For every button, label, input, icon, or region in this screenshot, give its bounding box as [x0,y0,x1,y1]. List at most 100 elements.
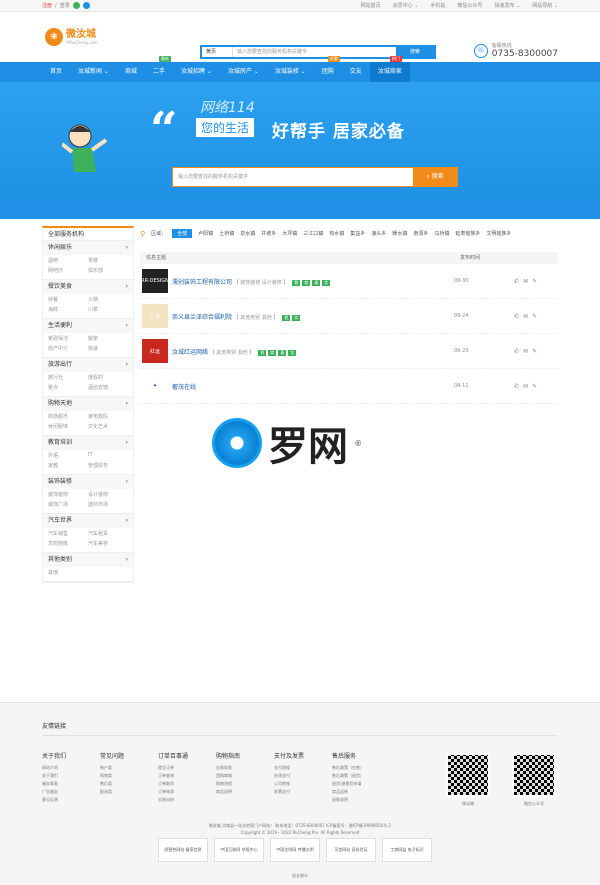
sidebar-link[interactable]: IT [88,452,128,459]
banner-search-button[interactable]: ⌕ 搜索 [413,168,457,186]
footer-link[interactable]: 退款说明 [332,796,372,804]
banner-search-input[interactable]: 输入您要查找的服务机构关键字 [173,168,413,186]
area-tag[interactable]: 全部 [172,229,193,238]
footer-link[interactable]: 提交订单 [158,764,198,772]
sidebar-category-title[interactable]: 装饰装修 [48,475,72,489]
nav-item-groupbuy[interactable]: 团购 优惠 [314,56,342,82]
sidebar-link[interactable]: 文化艺术 [88,423,128,430]
footer-link[interactable]: 广告服务 [42,788,82,796]
listing-row[interactable]: RR·DESIGN 濡创装饰工程有限公司 【 装饰装修 设计装修 】税商真实 09-… [140,264,558,299]
register-link[interactable]: 登录 [60,2,70,9]
footer-link[interactable]: 公司转账 [274,780,314,788]
trust-badge[interactable]: 工商网监 电子标识 [382,838,432,862]
qq-icon[interactable] [82,2,90,9]
message-icon[interactable]: ✉ [523,278,528,285]
sidebar-link[interactable]: 家教 [48,462,88,469]
sidebar-link[interactable]: 度假村 [88,374,128,381]
sidebar-link[interactable]: 家政保洁 [48,335,88,342]
sidebar-link[interactable]: 汽车美容 [88,540,128,547]
sidebar-link[interactable]: 酒店宾馆 [88,384,128,391]
listing-row[interactable]: 兰泽 崇义县兰泽综合福利院 【 其他类别 其他 】税实 09-24 ✆ ✉ ✎ [140,299,558,334]
area-tag[interactable]: 濠头乡 [371,230,386,237]
sidebar-title[interactable]: 全部服务机构 [43,228,133,241]
trust-badge[interactable]: 经营性网站 备案信息 [158,838,208,862]
sidebar-link[interactable]: 建材市场 [88,501,128,508]
area-tag[interactable]: 集益乡 [350,230,365,237]
footer-link[interactable]: 订单查询 [158,772,198,780]
sidebar-link[interactable]: 俱乐部 [88,267,128,274]
sidebar-link[interactable]: 海鲜 [48,306,88,313]
footer-link[interactable]: 支付流程 [274,764,314,772]
footer-link[interactable]: 在线支付 [274,772,314,780]
nav-item-secondhand[interactable]: 二手 最新 [145,56,173,82]
footer-link[interactable]: 配送类 [100,788,140,796]
area-tag[interactable]: 热水镇 [329,230,344,237]
footer-link[interactable]: 账户类 [100,764,140,772]
listing-name[interactable]: 汝城红运网络 [172,349,208,356]
sidebar-link[interactable]: 火锅 [88,296,128,303]
sidebar-link[interactable]: 旅行社 [48,374,88,381]
footer-link[interactable]: 商品说明 [216,788,256,796]
sidebar-link[interactable]: 家电数码 [88,413,128,420]
top-link-member[interactable]: 会员中心 ⌄ [393,2,419,9]
sidebar-category-title[interactable]: 其他类别 [48,553,72,567]
trust-badge[interactable]: 可信网站 身份验证 [326,838,376,862]
nav-item-decor[interactable]: 汝城装修 ⌄ [267,62,314,82]
footer-link[interactable]: 交易条款 [216,764,256,772]
chat-icon[interactable]: ✎ [532,278,537,285]
sidebar-link[interactable]: 川菜 [88,306,128,313]
top-link-publish[interactable]: 快速发布 ⌄ [494,2,520,9]
login-link[interactable]: 注册 [42,2,52,9]
area-tag[interactable]: 土桥镇 [219,230,234,237]
listing-thumbnail[interactable]: 兰泽 [142,304,168,328]
area-tag[interactable]: 井坡乡 [261,230,276,237]
area-tag[interactable]: 三江口镇 [303,230,323,237]
footer-link[interactable]: 售后政策（退货） [332,772,372,780]
sidebar-link[interactable]: 酒吧 [48,257,88,264]
footer-link[interactable]: 发票支付 [274,788,314,796]
sidebar-category-title[interactable]: 教育培训 [48,436,72,450]
footer-link[interactable]: 意见反馈 [42,796,82,804]
sidebar-link[interactable]: 管理财务 [88,462,128,469]
stats-link[interactable]: 站长统计 [0,873,600,879]
trust-badge[interactable]: 中国互联网 举报中心 [214,838,264,862]
top-link-home[interactable]: 网站首页 [361,2,381,9]
footer-link[interactable]: 售后政策（在售） [332,764,372,772]
area-tag[interactable]: 暖水镇 [392,230,407,237]
top-link-mobile[interactable]: 手机站 [430,2,445,9]
footer-link[interactable]: 购物类 [100,772,140,780]
sidebar-category-title[interactable]: 餐饮美食 [48,280,72,294]
phone-icon[interactable]: ✆ [514,278,519,285]
phone-icon[interactable]: ✆ [514,313,519,320]
search-input[interactable]: 输入您要查找的服务机构关键字 [232,47,396,57]
listing-thumbnail[interactable]: 红运 [142,339,168,363]
sidebar-link[interactable]: 商场超市 [48,413,88,420]
listing-thumbnail[interactable]: ✦ [142,374,168,398]
footer-link[interactable]: 订单取消 [158,780,198,788]
listing-row[interactable]: ✦ 奢茂在线 04-11 ✆ ✉ ✎ [140,369,558,404]
sidebar-category-title[interactable]: 购物天地 [48,397,72,411]
sidebar-link[interactable]: 装饰装修 [48,491,88,498]
listing-row[interactable]: 红运 汝城红运网络 【 其他类别 其他 】税商真实 09-20 ✆ ✉ ✎ [140,334,558,369]
area-tag[interactable]: 延寿瑶族乡 [455,230,480,237]
footer-link[interactable]: 退货/退换货申请 [332,780,372,788]
nav-item-jobs[interactable]: 汝城招聘 ⌄ [173,62,220,82]
area-tag[interactable]: 卢阳镇 [198,230,213,237]
message-icon[interactable]: ✉ [523,383,528,390]
trust-badge[interactable]: 中国文明网 传播文明 [270,838,320,862]
footer-link[interactable]: 关于我们 [42,772,82,780]
footer-link[interactable]: 服务条款 [42,780,82,788]
sidebar-link[interactable]: 装饰广场 [48,501,88,508]
sidebar-link[interactable]: 快递 [88,345,128,352]
wechat-icon[interactable] [72,2,80,9]
top-link-wechat[interactable]: 微信公众号 [457,2,482,9]
message-icon[interactable]: ✉ [523,348,528,355]
footer-link[interactable]: 交易纠纷 [158,796,198,804]
area-tag[interactable]: 大坪镇 [282,230,297,237]
area-tag[interactable]: 文明瑶族乡 [486,230,511,237]
nav-item-dating[interactable]: 交友 [342,62,370,82]
nav-item-mall[interactable]: 商城 [117,62,145,82]
sidebar-link[interactable]: 景点 [48,384,88,391]
sidebar-link[interactable]: 茶楼 [88,257,128,264]
sidebar-link[interactable]: 外语 [48,452,88,459]
